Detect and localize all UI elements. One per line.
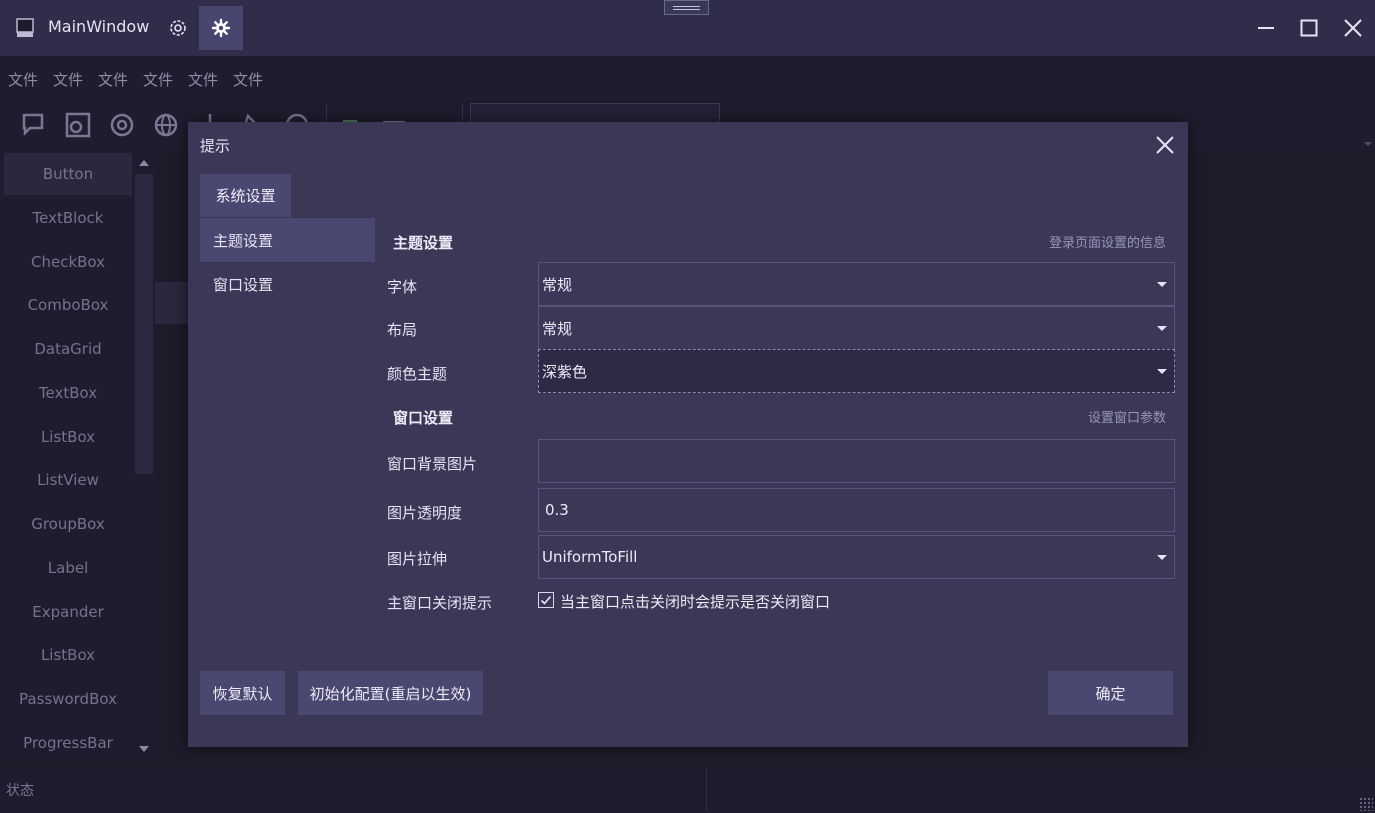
gauge-icon[interactable] (63, 110, 93, 140)
window-section-title: 窗口设置 (393, 409, 454, 427)
font-select[interactable]: 常规 (538, 262, 1175, 306)
dialog-close-icon[interactable] (1152, 132, 1178, 158)
menu-file[interactable]: 文件 (188, 69, 218, 90)
stretch-select-value: UniformToFill (542, 548, 638, 566)
theme-section-title: 主题设置 (393, 234, 454, 252)
list-item[interactable]: Expander (4, 591, 132, 633)
init-config-button[interactable]: 初始化配置(重启以生效) (298, 671, 483, 715)
dialog-title: 提示 (200, 137, 231, 155)
opacity-label: 图片透明度 (387, 504, 463, 522)
ear-icon[interactable] (107, 110, 137, 140)
list-item[interactable]: ListBox (4, 634, 132, 676)
app-icon (16, 18, 34, 37)
nav-window-settings[interactable]: 窗口设置 (200, 262, 375, 306)
list-item[interactable]: ComboBox (4, 284, 132, 326)
theme-section-hint: 登录页面设置的信息 (1049, 236, 1167, 251)
list-item[interactable]: CheckBox (4, 241, 132, 283)
gear-icon[interactable] (199, 6, 243, 50)
status-bar: 状态 (0, 766, 1375, 813)
stretch-select[interactable]: UniformToFill (538, 535, 1175, 579)
ok-button[interactable]: 确定 (1048, 671, 1173, 715)
menu-bar: 文件 文件 文件 文件 文件 文件 (0, 56, 1375, 100)
menu-file[interactable]: 文件 (143, 69, 173, 90)
close-icon[interactable] (1339, 14, 1367, 42)
list-item[interactable]: GroupBox (4, 503, 132, 545)
list-item[interactable]: ListBox (4, 416, 132, 458)
list-item[interactable]: Label (4, 547, 132, 589)
close-prompt-checkbox[interactable] (538, 592, 554, 608)
font-label: 字体 (387, 278, 418, 296)
stretch-label: 图片拉伸 (387, 550, 448, 568)
close-prompt-text[interactable]: 当主窗口点击关闭时会提示是否关闭窗口 (560, 591, 830, 612)
control-list: Button TextBlock CheckBox ComboBox DataG… (0, 152, 155, 760)
menu-file[interactable]: 文件 (53, 69, 83, 90)
check-icon (540, 595, 552, 605)
menu-file[interactable]: 文件 (98, 69, 128, 90)
status-separator (706, 768, 707, 810)
list-item[interactable]: TextBlock (4, 197, 132, 239)
opacity-input[interactable]: 0.3 (538, 488, 1175, 532)
layout-select-value: 常规 (542, 319, 573, 338)
settings-icon[interactable] (164, 14, 192, 42)
bg-image-label: 窗口背景图片 (387, 455, 478, 473)
settings-dialog: 提示 系统设置 主题设置 窗口设置 主题设置 登录页面设置的信息 字体 常规 布… (188, 122, 1188, 747)
chevron-down-icon (1157, 369, 1167, 374)
list-item[interactable]: ListView (4, 459, 132, 501)
chevron-down-icon (1157, 555, 1167, 560)
list-item[interactable]: DataGrid (4, 328, 132, 370)
maximize-icon[interactable] (1295, 14, 1323, 42)
scroll-up-icon[interactable] (139, 160, 149, 166)
menu-file[interactable]: 文件 (233, 69, 263, 90)
drag-handle[interactable] (664, 0, 709, 15)
color-theme-select-value: 深紫色 (542, 362, 588, 381)
nav-theme-settings[interactable]: 主题设置 (200, 218, 375, 262)
opacity-input-value: 0.3 (545, 501, 569, 519)
window-title: MainWindow (48, 17, 150, 36)
scroll-down-icon[interactable] (139, 746, 149, 752)
chevron-down-icon (1157, 282, 1167, 287)
font-select-value: 常规 (542, 275, 573, 294)
window-section-hint: 设置窗口参数 (1088, 411, 1167, 426)
reset-button[interactable]: 恢复默认 (200, 671, 285, 715)
tab-system-settings[interactable]: 系统设置 (200, 174, 291, 217)
chevron-down-icon[interactable] (1364, 142, 1372, 146)
bg-image-input[interactable] (538, 439, 1175, 483)
list-item[interactable]: TextBox (4, 372, 132, 414)
resize-grip-icon[interactable] (1359, 797, 1373, 811)
background-panel (155, 282, 190, 324)
layout-label: 布局 (387, 321, 418, 339)
chat-icon[interactable] (20, 110, 50, 140)
list-item[interactable]: PasswordBox (4, 678, 132, 720)
scrollbar[interactable] (135, 174, 153, 474)
color-theme-select[interactable]: 深紫色 (538, 349, 1175, 393)
color-theme-label: 颜色主题 (387, 365, 448, 383)
chevron-down-icon (1157, 326, 1167, 331)
status-text: 状态 (6, 783, 34, 799)
list-item[interactable]: Button (4, 153, 132, 195)
title-bar: MainWindow (0, 0, 1375, 56)
close-prompt-label: 主窗口关闭提示 (387, 594, 493, 612)
globe-icon[interactable] (151, 110, 181, 140)
list-item[interactable]: ProgressBar (4, 722, 132, 764)
layout-select[interactable]: 常规 (538, 306, 1175, 350)
minimize-icon[interactable] (1252, 14, 1280, 42)
menu-file[interactable]: 文件 (8, 69, 38, 90)
